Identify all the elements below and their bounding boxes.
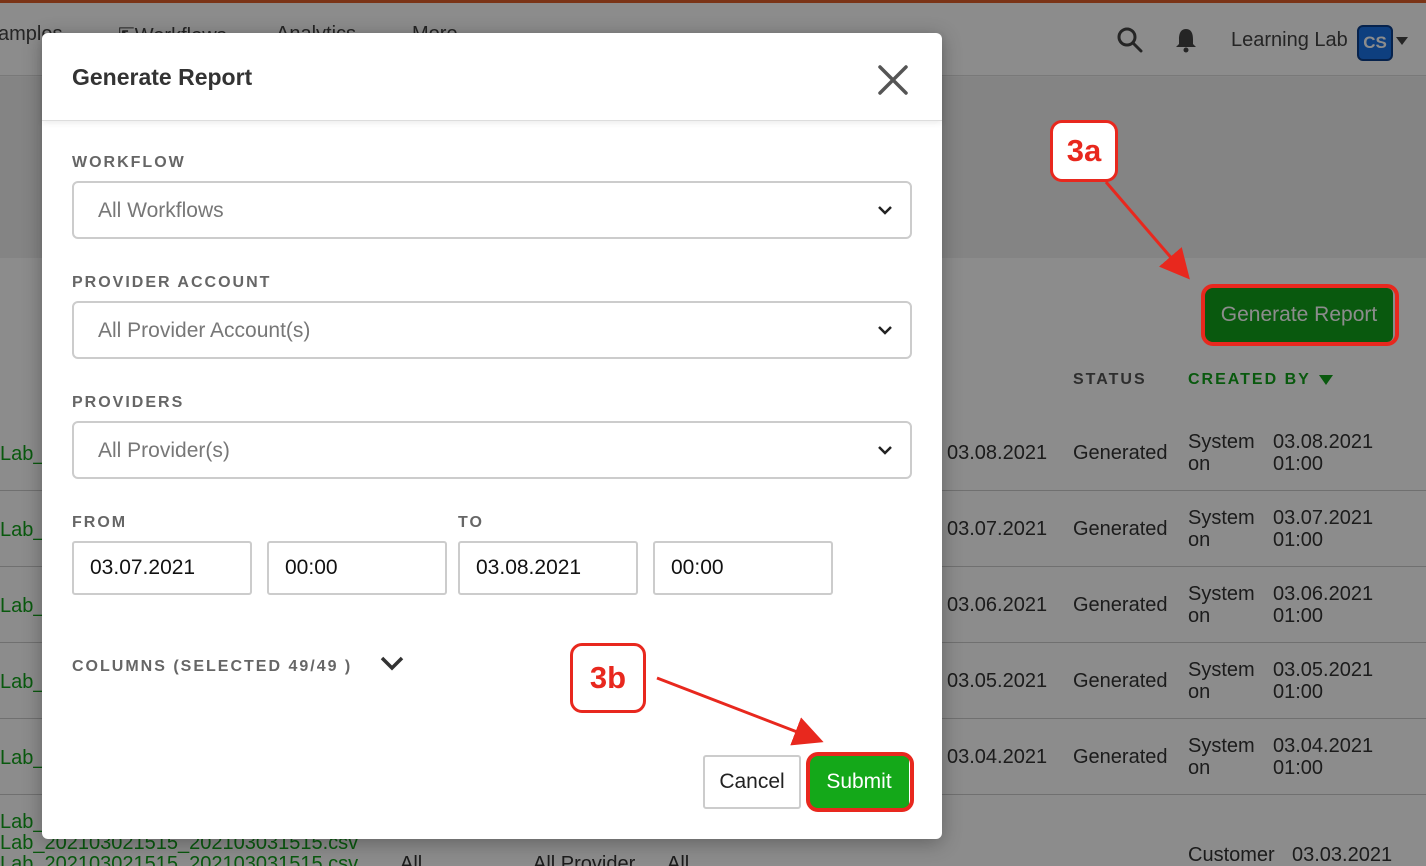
chevron-down-icon xyxy=(878,326,892,335)
workflow-label: WORKFLOW xyxy=(72,154,186,171)
callout-highlight-generate-report xyxy=(1201,284,1399,346)
chevron-down-icon[interactable] xyxy=(378,652,406,676)
provider-account-select-value: All Provider Account(s) xyxy=(98,319,311,342)
workflow-select[interactable]: All Workflows xyxy=(72,181,912,239)
dialog-header: Generate Report xyxy=(42,33,942,121)
from-date-input[interactable]: 03.07.2021 xyxy=(72,541,252,595)
from-label: FROM xyxy=(72,514,128,531)
generate-report-dialog: Generate Report WORKFLOW All Workflows P… xyxy=(42,33,942,839)
provider-account-label: PROVIDER ACCOUNT xyxy=(72,274,272,291)
callout-label-3a: 3a xyxy=(1050,120,1118,182)
callout-highlight-submit xyxy=(806,752,914,812)
to-date-input[interactable]: 03.08.2021 xyxy=(458,541,638,595)
to-label: TO xyxy=(458,514,484,531)
provider-account-select[interactable]: All Provider Account(s) xyxy=(72,301,912,359)
dialog-title: Generate Report xyxy=(72,64,253,90)
from-time-input[interactable]: 00:00 xyxy=(267,541,447,595)
providers-select-value: All Provider(s) xyxy=(98,439,230,462)
chevron-down-icon xyxy=(878,206,892,215)
workflow-select-value: All Workflows xyxy=(98,199,224,222)
cancel-button[interactable]: Cancel xyxy=(703,755,801,809)
providers-select[interactable]: All Provider(s) xyxy=(72,421,912,479)
providers-label: PROVIDERS xyxy=(72,394,185,411)
close-icon[interactable] xyxy=(876,63,910,97)
to-time-input[interactable]: 00:00 xyxy=(653,541,833,595)
columns-selection-label[interactable]: COLUMNS (SELECTED 49/49 ) xyxy=(72,658,352,676)
chevron-down-icon xyxy=(878,446,892,455)
callout-label-3b: 3b xyxy=(570,643,646,713)
